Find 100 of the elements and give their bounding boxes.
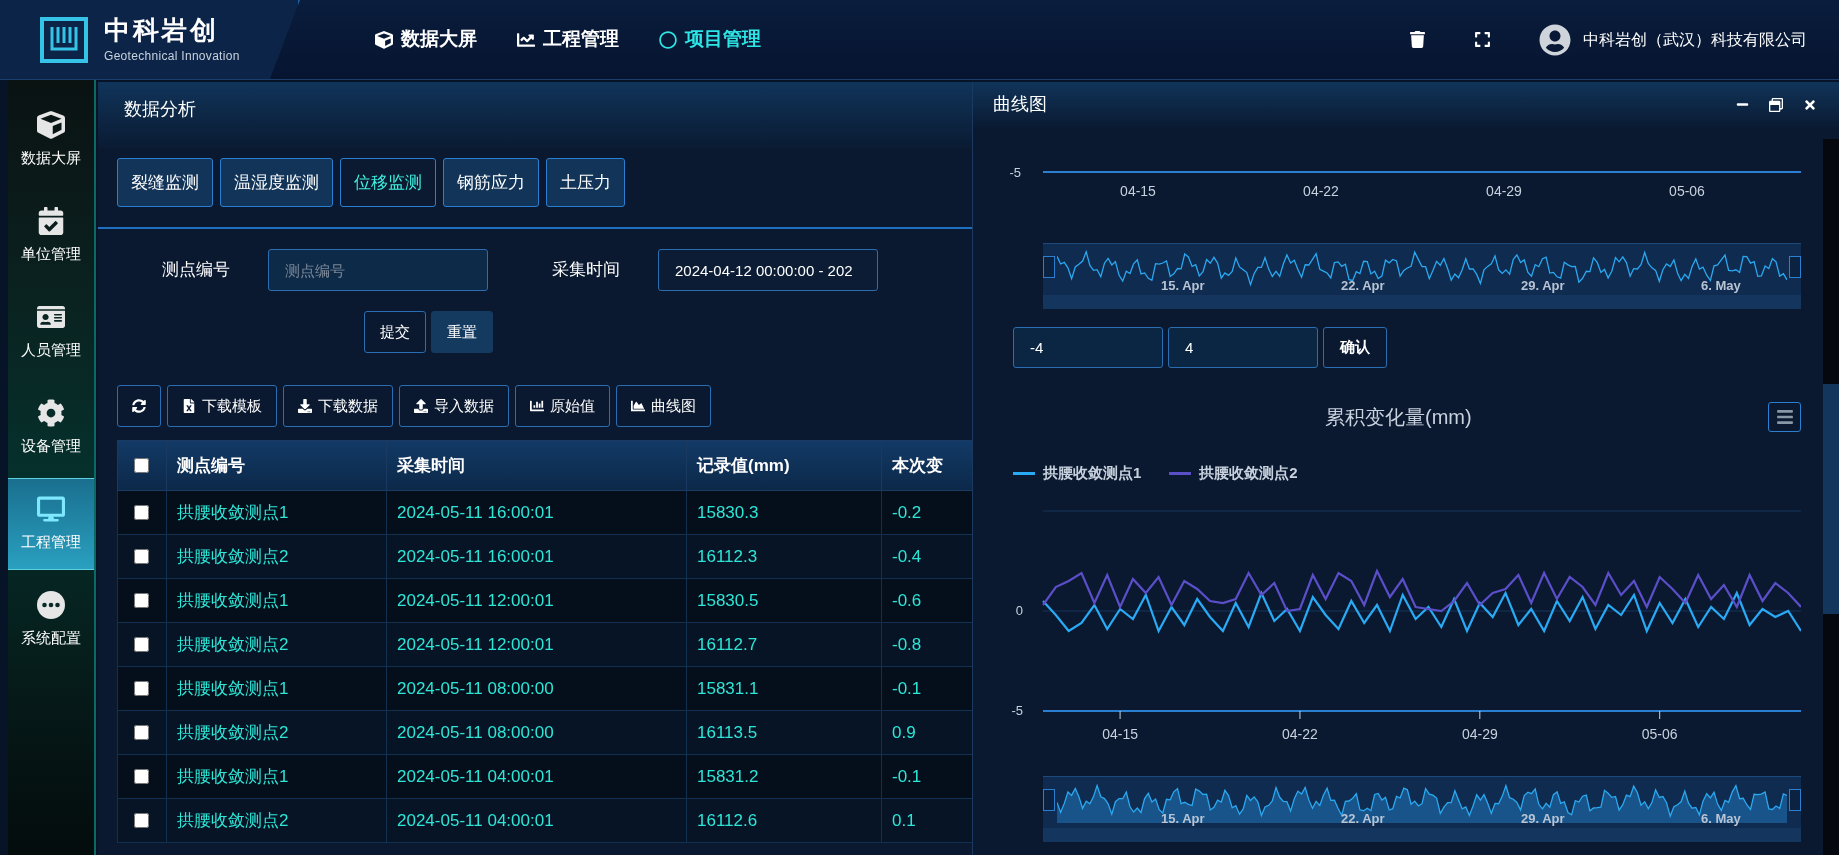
row-checkbox[interactable] [134,637,149,652]
navigator-label: 6. May [1701,809,1742,828]
table-cell: 2024-05-11 08:00:00 [386,666,687,711]
sidebar-item[interactable]: 系统配置 [8,574,94,666]
sidebar-item[interactable]: 工程管理 [8,478,94,570]
x-axis-label: 04-22 [1282,725,1318,742]
toolbar-button[interactable]: 原始值 [515,385,610,427]
navigator-label: 22. Apr [1341,277,1386,295]
download-icon [298,399,312,413]
field-label: 测点编号 [161,259,231,282]
logo-icon [40,16,88,63]
company-name: 中科岩创（武汉）科技有限公司 [1583,29,1807,50]
table-cell: 15830.5 [686,578,882,623]
range-handle[interactable] [1043,256,1055,278]
row-checkbox[interactable] [134,505,149,520]
sidebar-item[interactable]: 数据大屏 [8,94,94,186]
close-icon[interactable] [1803,97,1817,112]
nav-link[interactable]: 数据大屏 [375,25,477,54]
table-cell: 15830.3 [686,490,882,535]
table-cell: 16113.5 [686,710,882,755]
cube-icon [37,110,65,139]
range-handle[interactable] [1043,788,1055,811]
sidebar-item[interactable]: 设备管理 [8,382,94,474]
toolbar-button[interactable]: 下载数据 [283,385,393,427]
upload-icon [414,399,428,413]
table-cell: 2024-05-11 08:00:00 [386,710,687,755]
bar-chart-icon [530,399,544,413]
table-cell: 2024-05-11 12:00:01 [386,578,687,623]
range-handle[interactable] [1789,788,1801,811]
row-checkbox[interactable] [134,593,149,608]
column-header: 测点编号 [166,440,387,491]
sidebar-item[interactable]: 人员管理 [8,286,94,378]
area-chart-icon [631,399,645,413]
category-tab[interactable]: 位移监测 [340,158,436,207]
delete-icon[interactable] [1409,31,1426,48]
select-all-checkbox[interactable] [134,458,149,473]
x-axis-label: 04-22 [1302,182,1340,201]
row-checkbox[interactable] [134,725,149,740]
table-cell: 拱腰收敛测点2 [166,534,387,579]
fullscreen-icon[interactable] [1474,31,1491,48]
avatar-icon[interactable] [1539,23,1571,56]
table-cell: 2024-05-11 16:00:01 [386,534,687,579]
more-icon [37,590,65,619]
toolbar-button[interactable] [117,385,161,427]
input-field[interactable]: 测点编号 [268,249,488,291]
table-cell: 拱腰收敛测点2 [166,798,387,843]
category-tab[interactable]: 温湿度监测 [220,158,333,207]
toolbar-button[interactable]: 曲线图 [616,385,711,427]
toolbar-button[interactable]: 下载模板 [167,385,277,427]
restore-icon[interactable] [1769,97,1783,112]
table-cell: 拱腰收敛测点2 [166,622,387,667]
confirm-button[interactable]: 确认 [1323,327,1387,368]
min-value-field[interactable]: -4 [1013,327,1163,368]
y-axis-label: -5 [1008,164,1021,182]
category-tab[interactable]: 裂缝监测 [117,158,213,207]
scrollbar-thumb[interactable] [1823,384,1839,614]
column-header: 记录值(mm) [686,440,882,491]
category-tab[interactable]: 钢筋应力 [443,158,539,207]
field-label: 采集时间 [551,259,621,282]
menu-icon [1775,408,1794,426]
category-tab[interactable]: 土压力 [546,158,625,207]
form-button[interactable]: 重置 [431,311,493,353]
line-chart-icon [517,30,535,49]
table-cell: 拱腰收敛测点1 [166,754,387,799]
legend-label[interactable]: 拱腰收敛测点2 [1199,462,1298,485]
chart-title: 累积变化量(mm) [1325,405,1472,430]
table-cell: 拱腰收敛测点1 [166,578,387,623]
navigator-label: 6. May [1701,277,1742,295]
calendar-icon [37,206,65,235]
nav-link[interactable]: 项目管理 [659,25,761,54]
legend-label[interactable]: 拱腰收敛测点1 [1043,462,1142,485]
dialog-title: 曲线图 [993,93,1047,116]
x-axis-label: 04-29 [1485,182,1523,201]
row-checkbox[interactable] [134,769,149,784]
brand-name: 中科岩创 [104,14,220,47]
navigator-scrollbar[interactable] [1043,827,1801,842]
date-range-field[interactable]: 2024-04-12 00:00:00 - 202 [658,249,878,291]
table-cell: 15831.2 [686,754,882,799]
cube-icon [375,30,393,49]
table-cell: 16112.6 [686,798,882,843]
sidebar-item[interactable]: 单位管理 [8,190,94,282]
form-button[interactable]: 提交 [364,311,426,353]
row-checkbox[interactable] [134,681,149,696]
navigator-scrollbar[interactable] [1043,295,1801,309]
row-checkbox[interactable] [134,813,149,828]
table-cell: 2024-05-11 12:00:01 [386,622,687,667]
settings-icon [37,398,65,427]
nav-link[interactable]: 工程管理 [517,25,619,54]
max-value-field[interactable]: 4 [1168,327,1318,368]
navigator-label: 22. Apr [1341,809,1386,828]
toolbar-button[interactable]: 导入数据 [399,385,509,427]
monitor-icon [37,494,65,523]
table-cell: 拱腰收敛测点1 [166,666,387,711]
table-cell: 拱腰收敛测点1 [166,490,387,535]
spreadsheet-icon [182,399,196,413]
navigator-label: 29. Apr [1521,277,1566,295]
x-axis-label: 04-15 [1102,725,1138,742]
range-handle[interactable] [1789,256,1801,278]
row-checkbox[interactable] [134,549,149,564]
chart-menu-button[interactable] [1768,402,1801,432]
